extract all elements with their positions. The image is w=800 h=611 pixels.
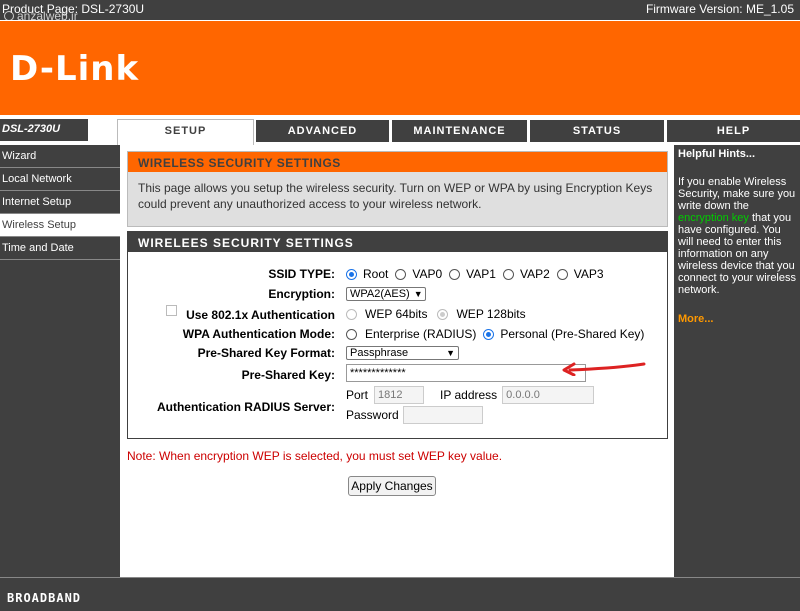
wep-key-length-options: WEP 64bits WEP 128bits [346,307,526,321]
tab-row: DSL-2730U SETUP ADVANCED MAINTENANCE STA… [0,115,800,145]
tab-help[interactable]: HELP [667,120,800,142]
ssid-type-label: SSID TYPE: [268,267,335,281]
psk-field: ************* [346,364,586,382]
radius-server-label: Authentication RADIUS Server: [156,400,335,414]
wpa-personal-radio[interactable] [483,328,495,340]
nav-item-time-and-date[interactable]: Time and Date [0,237,120,260]
ssid-vap2-radio[interactable] [502,268,514,280]
radius-port-input[interactable]: 1812 [374,386,425,404]
use-8021x-label: Use 802.1x Authentication [186,308,335,322]
use-8021x-row [166,305,177,316]
security-intro-text: This page allows you setup the wireless … [138,181,653,211]
wpa-auth-mode-label: WPA Authentication Mode: [182,327,335,341]
footer: BROADBAND [0,577,800,611]
ssid-vap1-radio[interactable] [449,268,461,280]
ssid-root-radio[interactable] [346,268,357,280]
wpa-enterprise-radio[interactable] [346,328,357,340]
wpa-auth-mode-options: Enterprise (RADIUS) Personal (Pre-Shared… [346,327,644,341]
radius-port-row: Port 1812 IP address 0.0.0.0 [346,386,595,404]
tab-status[interactable]: STATUS [530,120,664,142]
nav-item-internet-setup[interactable]: Internet Setup [0,191,120,214]
chevron-down-icon: ▼ [446,348,455,358]
psk-format-value: Passphrase [350,347,409,359]
encryption-select[interactable]: WPA2(AES) ▼ [346,287,426,301]
ssid-vap1-label: VAP1 [466,267,496,281]
hints-title: Helpful Hints... [678,148,755,160]
psk-input[interactable]: ************* [346,364,586,382]
security-intro-box: WIRELESS SECURITY SETTINGS This page all… [127,151,668,227]
tab-maintenance[interactable]: MAINTENANCE [392,120,527,142]
hints-text-after: that you have configured. You will need … [678,212,796,296]
main-content: WIRELESS SECURITY SETTINGS This page all… [121,145,674,577]
hints-text-before: If you enable Wireless Security, make su… [678,176,796,212]
encryption-field: WPA2(AES) ▼ [346,287,426,301]
brand-banner: D-Link [0,20,800,115]
wpa-enterprise-label: Enterprise (RADIUS) [365,327,477,341]
apply-changes-button[interactable]: Apply Changes [348,476,436,496]
tab-advanced[interactable]: ADVANCED [256,120,389,142]
nav-item-wizard[interactable]: Wizard [0,145,120,168]
wep128-label: WEP 128bits [456,307,526,321]
ssid-vap2-label: VAP2 [519,267,550,281]
wep128-radio[interactable] [437,308,449,320]
radius-port-label: Port [346,388,369,402]
ssid-vap3-radio[interactable] [556,268,568,280]
red-arrow-annotation [562,362,646,376]
wep64-label: WEP 64bits [365,307,428,321]
encryption-label: Encryption: [268,287,335,301]
encryption-value: WPA2(AES) [350,288,410,300]
radius-password-row: Password [346,406,483,424]
broadband-label: BROADBAND [7,591,82,605]
security-form-title: WIRELEES SECURITY SETTINGS [128,232,667,252]
radius-ip-input[interactable]: 0.0.0.0 [502,386,595,404]
psk-format-label: Pre-Shared Key Format: [197,346,335,360]
hints-text: If you enable Wireless Security, make su… [678,176,796,296]
psk-format-select[interactable]: Passphrase ▼ [346,346,459,360]
wep64-radio[interactable] [346,308,357,320]
ssid-vap3-label: VAP3 [573,267,604,281]
radius-password-input[interactable] [402,406,483,424]
helpful-hints-panel: Helpful Hints... If you enable Wireless … [674,145,800,577]
dlink-logo: D-Link [10,49,140,89]
wpa-personal-label: Personal (Pre-Shared Key) [500,327,645,341]
radius-password-label: Password [346,408,399,422]
nav-item-local-network[interactable]: Local Network [0,168,120,191]
psk-format-field: Passphrase ▼ [346,346,459,360]
hints-more-link[interactable]: More... [678,313,796,325]
radius-ip-label: IP address [440,388,498,402]
wep-note: Note: When encryption WEP is selected, y… [127,449,503,463]
psk-label: Pre-Shared Key: [241,368,335,382]
ssid-vap0-radio[interactable] [395,268,407,280]
security-form-box: WIRELEES SECURITY SETTINGS SSID TYPE: Ro… [127,231,668,439]
nav-item-wireless-setup[interactable]: Wireless Setup [0,214,120,237]
firmware-version-label: Firmware Version: ME_1.05 [645,2,794,16]
top-bar: Product Page: DSL-2730U Firmware Version… [0,0,800,20]
ssid-type-options: Root VAP0 VAP1 VAP2 VAP3 [346,267,604,281]
hints-encryption-key: encryption key [678,212,749,224]
ssid-vap0-label: VAP0 [412,267,443,281]
chevron-down-icon: ▼ [413,289,423,299]
left-nav: Wizard Local Network Internet Setup Wire… [0,145,121,577]
tab-setup[interactable]: SETUP [117,119,254,145]
use-8021x-checkbox[interactable] [166,305,177,316]
ssid-root-label: Root [363,267,389,281]
security-intro-title: WIRELESS SECURITY SETTINGS [128,152,667,172]
